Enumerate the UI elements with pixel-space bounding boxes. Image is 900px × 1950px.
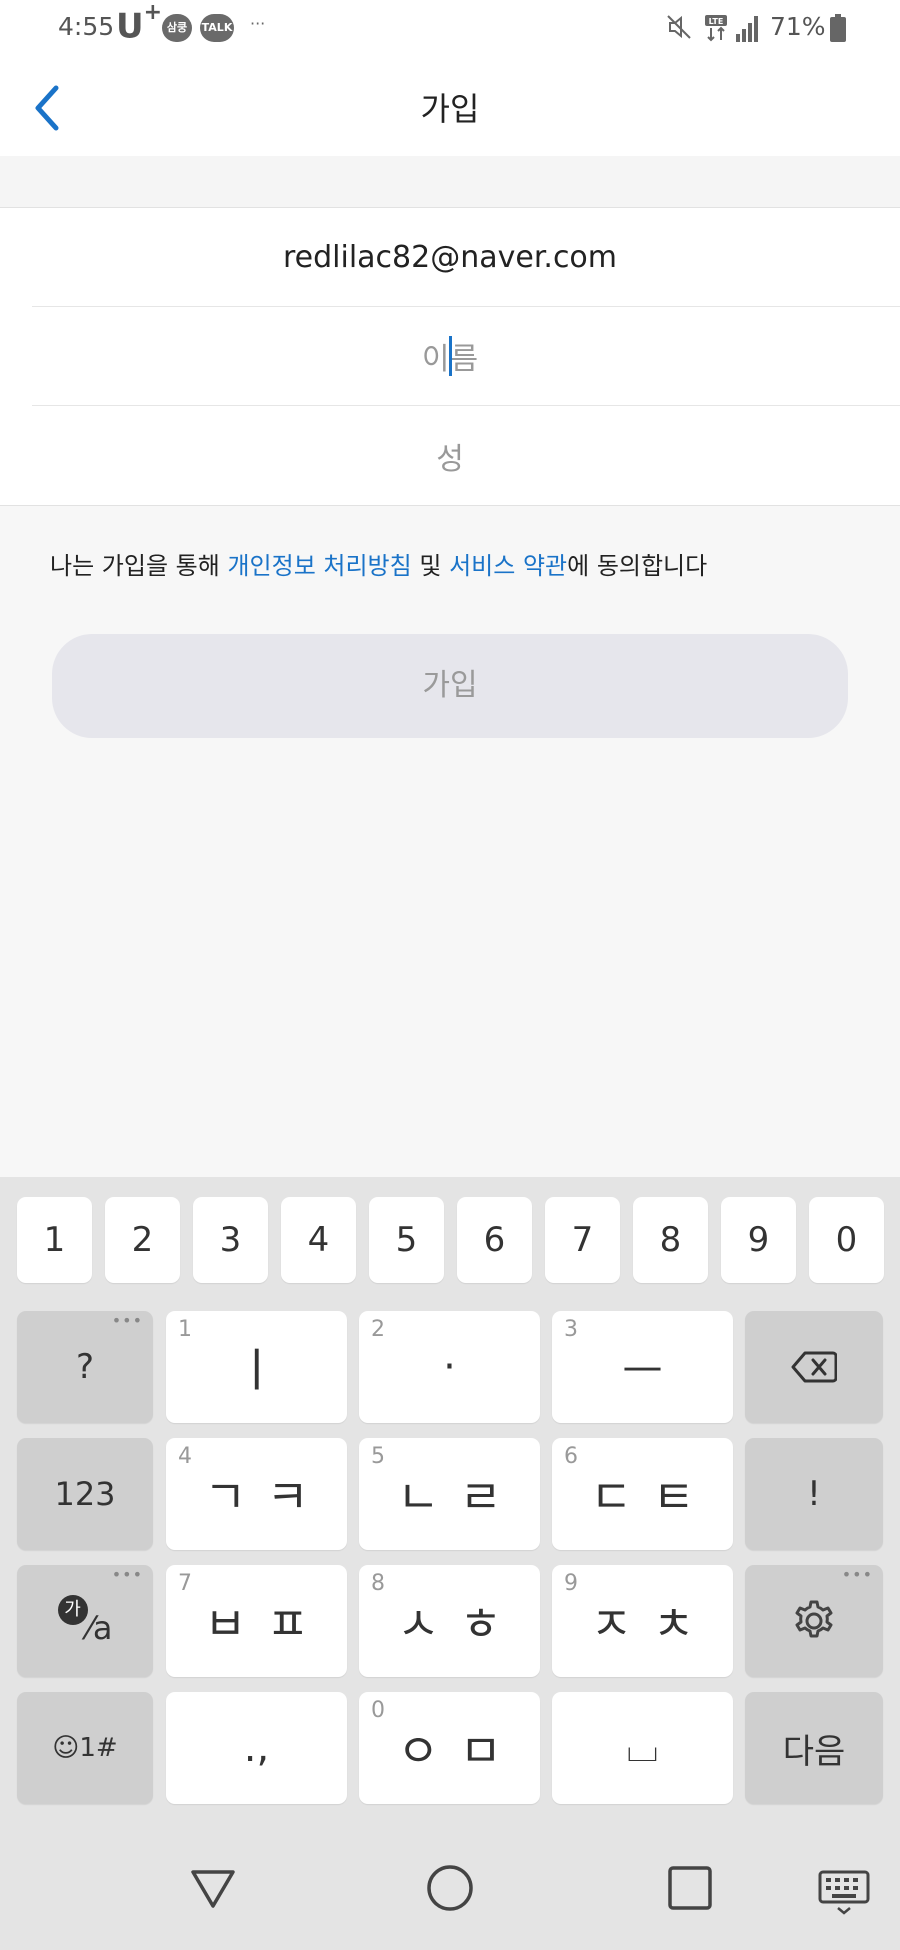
key-0[interactable]: 0 — [809, 1197, 884, 1283]
key-9[interactable]: 9 — [721, 1197, 796, 1283]
battery-percent: 71% — [770, 12, 826, 41]
gear-icon — [795, 1600, 833, 1638]
signup-form: redlilac82@naver.com 이름 성 — [0, 208, 900, 506]
app-header: 가입 — [0, 58, 900, 156]
mute-icon — [667, 15, 691, 39]
numbers-mode-key[interactable]: 123 — [17, 1438, 153, 1550]
key-2[interactable]: 2 — [105, 1197, 180, 1283]
lte-icon: LTE — [705, 15, 727, 42]
key-4[interactable]: 4 — [281, 1197, 356, 1283]
circle-home-icon[interactable] — [420, 1858, 480, 1918]
key-dot[interactable]: 2 · — [359, 1311, 540, 1423]
page-title: 가입 — [420, 90, 480, 128]
carrier-logo: U+ — [116, 0, 163, 47]
terms-text: 나는 가입을 통해 개인정보 처리방침 및 서비스 약관에 동의합니다 — [50, 552, 708, 580]
key-1[interactable]: 1 — [17, 1197, 92, 1283]
last-name-field[interactable]: 성 — [32, 406, 900, 505]
question-key[interactable]: ? ••• — [17, 1311, 153, 1423]
backspace-key[interactable] — [745, 1311, 883, 1423]
keyboard-settings-key[interactable]: ••• — [745, 1565, 883, 1677]
backspace-icon — [791, 1351, 837, 1383]
space-key[interactable]: ⌴ — [552, 1692, 733, 1804]
kakaotalk-icon: TALK — [200, 14, 234, 42]
section-divider — [0, 156, 900, 208]
battery-icon — [830, 14, 846, 42]
language-toggle-key[interactable]: 가 ⁄a ••• — [17, 1565, 153, 1677]
signup-button[interactable]: 가입 — [52, 634, 848, 738]
square-recents-icon[interactable] — [660, 1858, 720, 1918]
exclamation-key[interactable]: ! — [745, 1438, 883, 1550]
key-i[interactable]: 1ㅣ — [166, 1311, 347, 1423]
key-8[interactable]: 8 — [633, 1197, 708, 1283]
svg-text:LTE: LTE — [709, 17, 724, 26]
key-bieup[interactable]: 7 ㅂㅍ — [166, 1565, 347, 1677]
hangul-icon: 가 — [57, 1595, 88, 1625]
keyboard: 1 2 3 4 5 6 7 8 9 0 ? ••• 1ㅣ 2 · 3— 123 4ㄱ… — [0, 1177, 900, 1814]
key-siot[interactable]: 8 ㅅㅎ — [359, 1565, 540, 1677]
status-bar: 4:55 U+ 삼쿵 TALK ··· LTE 71% — [0, 0, 900, 58]
triangle-back-icon[interactable] — [183, 1858, 243, 1918]
punctuation-key[interactable]: ., — [166, 1692, 347, 1804]
key-5[interactable]: 5 — [369, 1197, 444, 1283]
next-key[interactable]: 다음 — [745, 1692, 883, 1804]
key-giyeok[interactable]: 4 ㄱㅋ — [166, 1438, 347, 1550]
more-notifications-icon: ··· — [250, 14, 266, 33]
signal-icon — [736, 16, 758, 42]
privacy-policy-link[interactable]: 개인정보 처리방침 — [227, 552, 411, 580]
email-field[interactable]: redlilac82@naver.com — [32, 208, 900, 307]
first-name-field[interactable]: 이름 — [32, 307, 900, 406]
notification-bubble-icon: 삼쿵 — [162, 14, 192, 42]
key-6[interactable]: 6 — [457, 1197, 532, 1283]
key-3[interactable]: 3 — [193, 1197, 268, 1283]
first-name-placeholder-b: 름 — [450, 342, 479, 377]
first-name-placeholder-a: 이 — [421, 342, 450, 377]
key-7[interactable]: 7 — [545, 1197, 620, 1283]
key-eu[interactable]: 3— — [552, 1311, 733, 1423]
clock: 4:55 — [58, 12, 115, 41]
keyboard-icon[interactable] — [814, 1858, 874, 1918]
key-nieun[interactable]: 5 ㄴㄹ — [359, 1438, 540, 1550]
terms-of-service-link[interactable]: 서비스 약관 — [449, 552, 567, 580]
key-digeut[interactable]: 6 ㄷㅌ — [552, 1438, 733, 1550]
emoji-symbols-key[interactable]: ☺1# — [17, 1692, 153, 1804]
key-ieung[interactable]: 0 ㅇㅁ — [359, 1692, 540, 1804]
text-cursor — [448, 336, 452, 376]
system-nav-bar — [0, 1814, 900, 1950]
key-jieut[interactable]: 9 ㅈㅊ — [552, 1565, 733, 1677]
